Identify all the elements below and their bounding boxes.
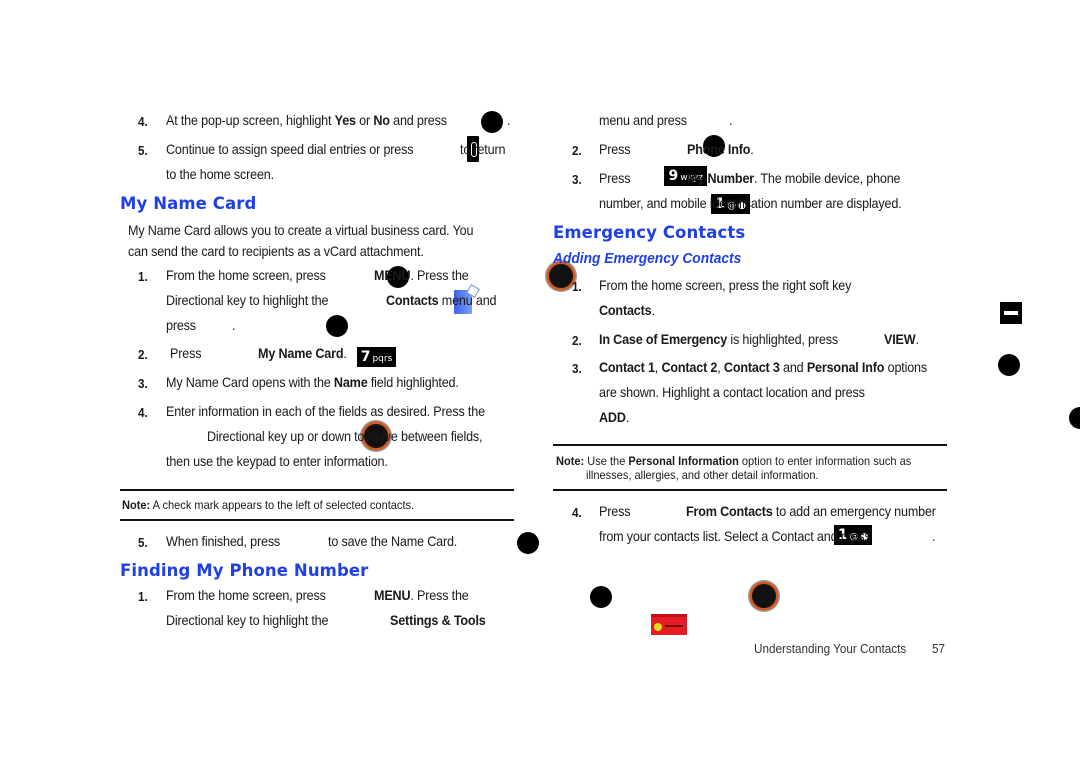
section-heading-emergency-contacts: Emergency Contacts	[553, 223, 746, 242]
step-number: 5.	[138, 535, 148, 550]
step-number: 2.	[572, 143, 582, 158]
settings-tools-icon	[650, 613, 687, 635]
step-number: 3.	[572, 172, 582, 187]
section-heading-finding-number: Finding My Phone Number	[120, 561, 369, 580]
left-column: 4. At the pop-up screen, highlight Yes o…	[0, 0, 1080, 635]
ok-key-icon	[481, 111, 503, 133]
ok-key-icon	[326, 315, 349, 337]
step-text: At the pop-up screen, highlight Yes or N…	[166, 112, 447, 128]
step-number: 1.	[138, 589, 148, 604]
step-number: 2.	[138, 347, 148, 362]
ok-key-icon	[517, 532, 540, 554]
step-number: 1.	[572, 279, 582, 294]
manual-page: 4. At the pop-up screen, highlight Yes o…	[0, 0, 1080, 771]
ok-key-icon	[1069, 407, 1080, 429]
step-number: 4.	[138, 405, 148, 420]
note-rule-top	[553, 444, 947, 446]
directional-key-icon	[549, 264, 574, 288]
ok-key-icon	[997, 354, 1020, 376]
note-rule-bottom	[553, 489, 947, 491]
step-number: 4.	[138, 114, 148, 129]
note: Note: Use the Personal Information optio…	[556, 454, 912, 468]
directional-key-icon	[752, 584, 777, 608]
subheading-adding-emergency-contacts: Adding Emergency Contacts	[553, 251, 742, 267]
step-number: 5.	[138, 143, 148, 158]
note-rule-top	[120, 489, 514, 491]
note-rule-bottom	[120, 519, 514, 521]
step-number: 3.	[572, 361, 582, 376]
right-column: menu and press . 2. Press 9 wxyz Phone In…	[0, 26, 1080, 545]
menu-key-icon	[589, 586, 612, 608]
note: Note: A check mark appears to the left o…	[122, 498, 415, 512]
page-number: 57	[932, 641, 946, 656]
key-7-pqrs-icon: 7 pqrs	[356, 347, 397, 367]
step-number: 3.	[138, 376, 148, 391]
step-number: 1.	[138, 269, 148, 284]
step-number: 2.	[572, 333, 582, 348]
step-number: 4.	[572, 505, 582, 520]
section-heading-my-name-card: My Name Card	[120, 194, 257, 213]
footer-section-title: Understanding Your Contacts	[754, 641, 907, 656]
soft-key-icon	[1000, 302, 1023, 324]
